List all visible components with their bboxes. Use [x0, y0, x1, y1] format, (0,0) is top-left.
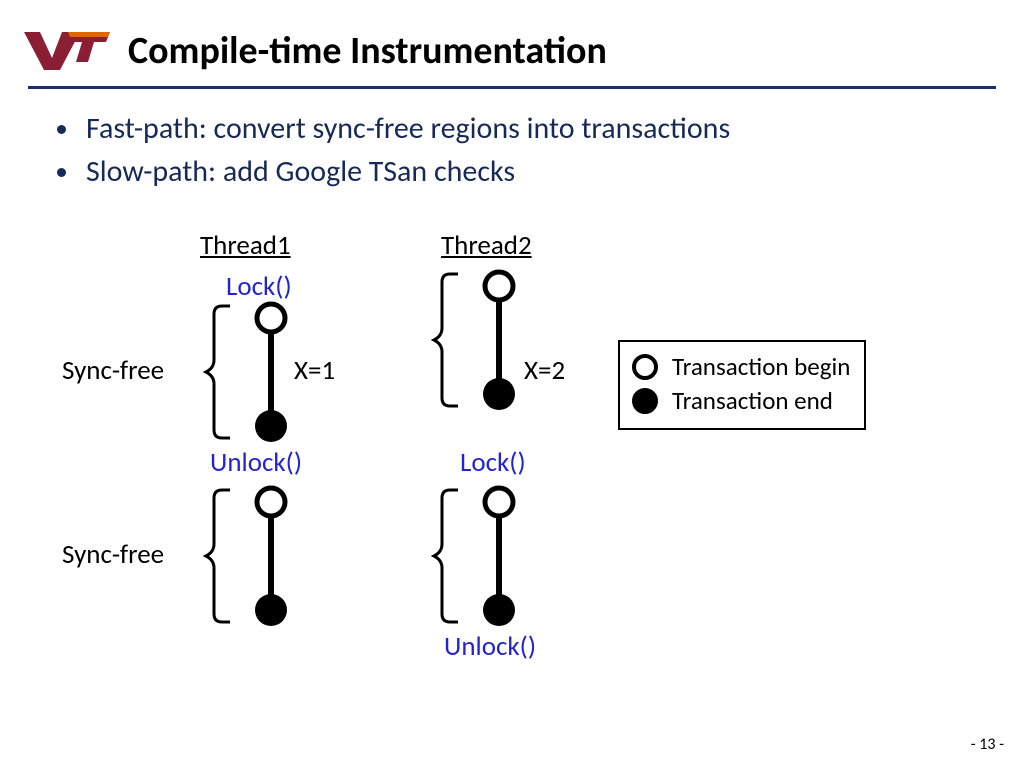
t2-bracket2-icon: [428, 490, 468, 622]
slide-title: Compile-time Instrumentation: [128, 28, 607, 74]
legend-end-row: Transaction end: [632, 384, 850, 418]
legend-begin-row: Transaction begin: [632, 350, 850, 384]
t2-unlock-label: Unlock(): [444, 630, 536, 663]
title-underline: [28, 86, 996, 89]
t1-tx2-icon: [255, 486, 295, 626]
bullet-2: Slow-path: add Google TSan checks: [82, 153, 730, 190]
syncfree-2-label: Sync-free: [62, 538, 164, 571]
bullet-list: Fast-path: convert sync-free regions int…: [54, 110, 730, 196]
t2-tx2-icon: [483, 486, 523, 626]
legend-box: Transaction begin Transaction end: [618, 340, 866, 430]
thread2-header: Thread2: [441, 229, 532, 262]
legend-open-circle-icon: [632, 354, 658, 380]
page-number: - 13 -: [971, 735, 1004, 754]
bullet-1: Fast-path: convert sync-free regions int…: [82, 110, 730, 147]
legend-end-label: Transaction end: [672, 384, 833, 418]
t2-bracket1-icon: [428, 274, 468, 406]
t1-bracket2-icon: [200, 490, 240, 622]
t2-tx1-icon: [483, 270, 523, 410]
t1-unlock-label: Unlock(): [210, 446, 302, 479]
t1-bracket1-icon: [200, 306, 240, 438]
thread1-header: Thread1: [200, 229, 291, 262]
vt-logo-icon: [22, 28, 112, 74]
t1-lock-label: Lock(): [226, 270, 292, 303]
legend-filled-circle-icon: [632, 388, 658, 414]
legend-begin-label: Transaction begin: [672, 350, 850, 384]
t2-x2-label: X=2: [524, 354, 565, 387]
syncfree-1-label: Sync-free: [62, 354, 164, 387]
t1-x1-label: X=1: [294, 354, 335, 387]
t1-tx1-icon: [255, 302, 295, 442]
t2-lock-label: Lock(): [460, 446, 526, 479]
